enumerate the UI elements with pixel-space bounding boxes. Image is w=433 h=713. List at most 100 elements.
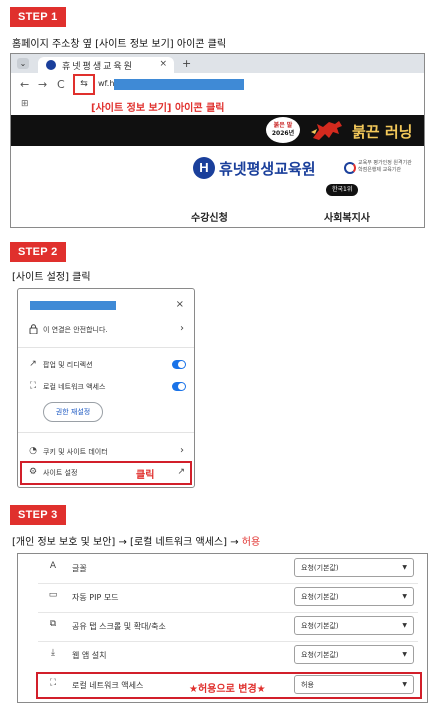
site-settings-row[interactable]: ⚙ 사이트 설정 클릭 ↗ — [18, 463, 194, 483]
site-logo-text[interactable]: 휴넷평생교육원 — [219, 158, 316, 179]
dropdown-arrow-icon: ▼ — [402, 681, 407, 688]
tab-title: 휴넷평생교육원 — [62, 62, 134, 72]
rank-badge: 한국1위 — [326, 184, 359, 196]
popup-divider — [18, 347, 194, 348]
cookie-icon: ◔ — [29, 446, 37, 456]
step2-badge: STEP 2 — [10, 242, 66, 262]
open-in-new-icon: ↗ — [177, 467, 185, 477]
settings-row-fonts: A 글꼴 요청(기본값) ▼ — [18, 555, 427, 583]
connection-secure-label: 이 연결은 안전합니다. — [43, 326, 108, 334]
reset-permissions-button[interactable]: 권한 재설정 — [43, 402, 103, 422]
permission-select[interactable]: 요청(기본값) ▼ — [294, 558, 414, 577]
url-redaction-mask — [114, 79, 244, 90]
address-bar-url[interactable]: wf.h — [98, 79, 114, 88]
install-icon: ⤓ — [51, 648, 55, 658]
step3-badge: STEP 3 — [10, 505, 66, 525]
local-network-toggle[interactable] — [172, 382, 186, 391]
step1-badge: STEP 1 — [10, 7, 66, 27]
select-value: 요청(기본값) — [301, 564, 339, 572]
settings-row-local-network: ⛶ 로컬 네트워크 액세스 ★허용으로 변경★ 허용 ▼ — [18, 672, 427, 700]
settings-row-label: 웹 앱 설치 — [72, 651, 107, 660]
step2-caption: [사이트 설정] 클릭 — [12, 272, 91, 283]
close-tab-icon[interactable]: × — [159, 59, 167, 69]
promo-banner[interactable]: 붉은 말 2026년 붉끈 러닝 — [11, 115, 424, 146]
new-tab-button[interactable]: + — [182, 57, 191, 70]
banner-badge-line2: 2026년 — [271, 130, 295, 137]
network-device-icon: ⛶ — [29, 381, 37, 391]
cert-line1: 교육부 평가인정 원격기관 — [358, 160, 412, 166]
chevron-right-icon: › — [180, 323, 184, 334]
shared-tab-icon: ⧉ — [49, 619, 57, 629]
network-device-icon: ⛶ — [49, 678, 57, 688]
back-icon[interactable]: ← — [20, 78, 29, 91]
external-open-icon: ↗ — [29, 359, 37, 369]
cookies-label: 쿠키 및 사이트 데이터 — [43, 448, 108, 456]
cert-line2: 학점은행제 교육기관 — [358, 167, 401, 173]
local-network-row: ⛶ 로컬 네트워크 액세스 — [18, 377, 194, 397]
banner-headline: 붉끈 러닝 — [352, 123, 413, 141]
pip-window-icon: ▭ — [48, 590, 58, 600]
hunet-logo-icon[interactable]: H — [193, 157, 215, 179]
bookmarks-bar: ⊞ [사이트 정보 보기] 아이콘 클릭 — [11, 97, 424, 115]
permission-select[interactable]: 요청(기본값) ▼ — [294, 587, 414, 606]
reload-icon[interactable]: C — [57, 78, 65, 91]
settings-row-label: 공유 탭 스크롤 및 확대/축소 — [72, 622, 166, 631]
popup-domain-mask — [30, 301, 116, 310]
popups-redirects-row: ↗ 팝업 및 리디렉션 — [18, 355, 194, 375]
gear-icon: ⚙ — [28, 467, 38, 477]
popups-redirects-toggle[interactable] — [172, 360, 186, 369]
popups-redirects-label: 팝업 및 리디렉션 — [43, 361, 93, 369]
popup-close-icon[interactable]: × — [176, 299, 184, 310]
tab-active[interactable]: 휴넷평생교육원 × — [38, 57, 174, 73]
dropdown-arrow-icon: ▼ — [402, 593, 407, 600]
hunet-favicon-icon — [46, 60, 56, 70]
local-network-label: 로컬 네트워크 액세스 — [43, 383, 106, 391]
popup-divider — [18, 432, 194, 433]
step1-caption: 홈페이지 주소창 옆 [사이트 정보 보기] 아이콘 클릭 — [12, 39, 227, 50]
settings-row-shared-tab: ⧉ 공유 탭 스크롤 및 확대/축소 요청(기본값) ▼ — [18, 613, 427, 641]
settings-row-web-app-install: ⤓ 웹 앱 설치 요청(기본값) ▼ — [18, 642, 427, 670]
banner-badge-line1: 붉은 말 — [273, 122, 293, 129]
site-info-icon[interactable]: ⇆ — [73, 74, 95, 95]
browser-window: ⌄ 휴넷평생교육원 × + ← → C ⇆ wf.h ⊞ [사이트 정보 보기]… — [10, 53, 425, 228]
select-value: 요청(기본값) — [301, 651, 339, 659]
certification-text: 교육부 평가인정 원격기관 학점은행제 교육기관 — [358, 160, 412, 174]
settings-row-auto-pip: ▭ 자동 PIP 모드 요청(기본값) ▼ — [18, 584, 427, 612]
settings-row-label: 로컬 네트워크 액세스 — [72, 681, 144, 690]
cookies-row[interactable]: ◔ 쿠키 및 사이트 데이터 › — [18, 442, 194, 462]
connection-secure-row[interactable]: 이 연결은 안전합니다. › — [18, 320, 194, 340]
permission-select[interactable]: 요청(기본값) ▼ — [294, 616, 414, 635]
apps-grid-icon[interactable]: ⊞ — [21, 99, 29, 109]
select-value: 허용 — [301, 681, 314, 689]
site-nav-menu: 수강신청 사회복지사 — [11, 202, 424, 227]
banner-badge: 붉은 말 2026년 — [266, 117, 300, 143]
select-value: 요청(기본값) — [301, 622, 339, 630]
ministry-emblem-icon — [344, 162, 356, 174]
settings-row-label: 자동 PIP 모드 — [72, 593, 119, 602]
settings-row-label: 글꼴 — [72, 564, 87, 573]
chevron-right-icon: › — [180, 445, 184, 456]
site-info-annotation: [사이트 정보 보기] 아이콘 클릭 — [91, 103, 225, 114]
menu-item-enroll[interactable]: 수강신청 — [191, 209, 228, 224]
step3-caption-path: [개인 정보 보호 및 보안] → [로컬 네트워크 액세스] → — [12, 537, 242, 548]
tab-search-dropdown-icon[interactable]: ⌄ — [17, 58, 29, 69]
site-settings-label: 사이트 설정 — [43, 469, 78, 477]
site-settings-panel: A 글꼴 요청(기본값) ▼ ▭ 자동 PIP 모드 요청(기본값) ▼ ⧉ 공… — [17, 553, 428, 703]
site-header: H 휴넷평생교육원 교육부 평가인정 원격기관 학점은행제 교육기관 한국1위 — [11, 146, 424, 202]
step3-caption: [개인 정보 보호 및 보안] → [로컬 네트워크 액세스] → 허용 — [12, 533, 260, 548]
font-icon: A — [49, 561, 57, 571]
dropdown-arrow-icon: ▼ — [402, 622, 407, 629]
permission-select[interactable]: 요청(기본값) ▼ — [294, 645, 414, 664]
red-horse-icon — [311, 121, 342, 140]
permission-select[interactable]: 허용 ▼ — [294, 675, 414, 694]
site-info-popup: × 이 연결은 안전합니다. › ↗ 팝업 및 리디렉션 ⛶ 로컬 네트워크 액… — [17, 288, 195, 488]
tab-bar: ⌄ 휴넷평생교육원 × + — [11, 54, 424, 73]
browser-toolbar: ← → C ⇆ wf.h — [11, 73, 424, 97]
change-to-allow-annotation: ★허용으로 변경★ — [189, 684, 266, 695]
dropdown-arrow-icon: ▼ — [402, 564, 407, 571]
menu-item-social-worker[interactable]: 사회복지사 — [324, 209, 370, 224]
lock-icon — [27, 324, 39, 337]
step3-caption-allow: 허용 — [241, 537, 261, 548]
select-value: 요청(기본값) — [301, 593, 339, 601]
forward-icon[interactable]: → — [38, 78, 47, 91]
